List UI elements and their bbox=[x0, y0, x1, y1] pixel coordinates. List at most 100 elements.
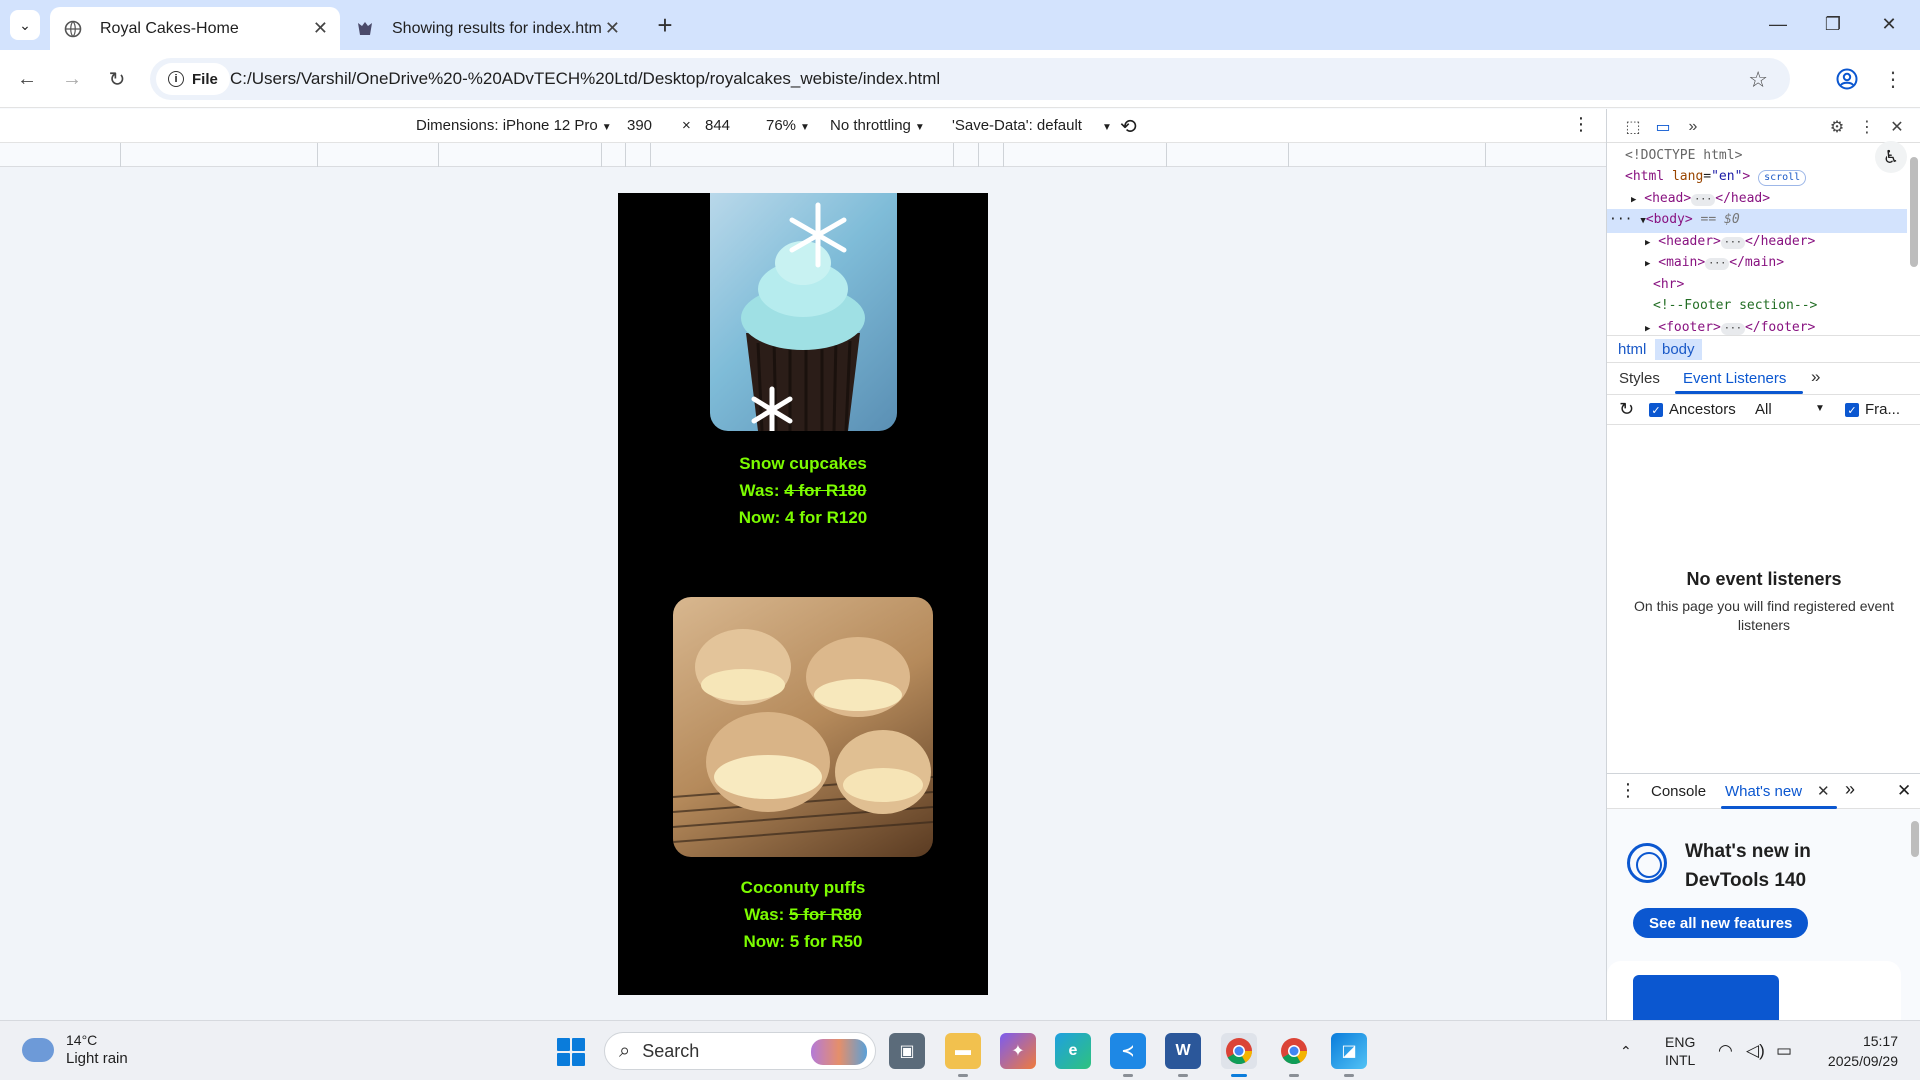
tray-chevron-icon[interactable]: ⌃ bbox=[1620, 1021, 1632, 1080]
collapsed-dots[interactable]: ··· bbox=[1691, 194, 1716, 206]
forward-button[interactable]: → bbox=[57, 64, 87, 94]
close-devtools-icon[interactable]: ✕ bbox=[1885, 115, 1909, 139]
weather-widget[interactable]: 14°C Light rain bbox=[22, 1031, 128, 1069]
tab-console[interactable]: Console bbox=[1651, 783, 1706, 800]
now-price: Now: 5 for R50 bbox=[618, 928, 988, 955]
back-button[interactable]: ← bbox=[12, 64, 42, 94]
breadcrumb-body[interactable]: body bbox=[1655, 339, 1702, 360]
clock[interactable]: 15:17 2025/09/29 bbox=[1828, 1031, 1898, 1071]
breadcrumb-html[interactable]: html bbox=[1611, 339, 1653, 360]
device-select[interactable]: Dimensions: iPhone 12 Pro ▼ bbox=[416, 117, 612, 134]
device-toggle-icon[interactable]: ▭ bbox=[1651, 115, 1675, 139]
caret-down-icon[interactable]: ▼ bbox=[1815, 403, 1825, 414]
start-button[interactable] bbox=[557, 1038, 585, 1066]
mobile-page[interactable]: Snow cupcakes Was: 4 for R180 Now: 4 for… bbox=[618, 193, 988, 995]
dom-comment[interactable]: <!--Footer section--> bbox=[1607, 295, 1907, 317]
url-text[interactable]: C:/Users/Varshil/OneDrive%20-%20ADvTECH%… bbox=[230, 69, 940, 89]
zoom-select[interactable]: 76% ▼ bbox=[766, 117, 810, 134]
tab-event-listeners[interactable]: Event Listeners bbox=[1683, 370, 1786, 387]
close-tab-icon[interactable]: ✕ bbox=[313, 18, 328, 39]
dom-head[interactable]: ▶ <head> ··· </head> bbox=[1607, 188, 1907, 212]
see-all-features-button[interactable]: See all new features bbox=[1633, 908, 1809, 938]
dom-scrollbar[interactable] bbox=[1910, 157, 1918, 267]
browser-toolbar: ← → ↻ i File C:/Users/Varshil/OneDrive%2… bbox=[0, 50, 1920, 108]
device-options-icon[interactable]: ⋮ bbox=[1572, 114, 1590, 135]
ancestors-checkbox[interactable]: ✓ bbox=[1649, 403, 1663, 417]
reload-icon: ↻ bbox=[108, 68, 126, 91]
lang-value: "en" bbox=[1711, 169, 1743, 184]
new-tab-button[interactable]: + bbox=[650, 10, 680, 40]
language-indicator[interactable]: ENG INTL bbox=[1665, 1021, 1695, 1080]
listener-filter-select[interactable]: All bbox=[1755, 401, 1772, 418]
refresh-icon[interactable]: ↻ bbox=[1619, 399, 1634, 420]
coconuty-puffs-image bbox=[673, 597, 933, 857]
chrome-profile-icon[interactable] bbox=[1276, 1033, 1312, 1077]
photos-app-icon[interactable]: ◪ bbox=[1331, 1033, 1367, 1077]
inspect-element-icon[interactable]: ⬚ bbox=[1621, 115, 1645, 139]
expand-triangle-icon[interactable]: ▶ bbox=[1645, 259, 1650, 269]
expand-triangle-icon[interactable]: ▶ bbox=[1631, 195, 1636, 205]
devtools-menu-icon[interactable]: ⋮ bbox=[1855, 115, 1879, 139]
volume-icon[interactable]: ◁) bbox=[1746, 1021, 1765, 1080]
dom-header[interactable]: ▶ <header> ··· </header> bbox=[1607, 231, 1907, 255]
minimize-button[interactable]: — bbox=[1755, 8, 1801, 40]
close-window-button[interactable]: ✕ bbox=[1866, 8, 1912, 40]
tab-styles[interactable]: Styles bbox=[1619, 370, 1660, 387]
battery-icon[interactable]: ▭ bbox=[1776, 1021, 1792, 1080]
word-icon[interactable]: W bbox=[1165, 1033, 1201, 1077]
more-tabs-icon[interactable]: » bbox=[1845, 779, 1855, 800]
dom-hr[interactable]: <hr> bbox=[1607, 274, 1907, 296]
reload-button[interactable]: ↻ bbox=[102, 64, 132, 94]
dom-main[interactable]: ▶ <main> ··· </main> bbox=[1607, 252, 1907, 276]
close-drawer-icon[interactable]: ✕ bbox=[1897, 781, 1911, 801]
dom-body-selected[interactable]: ··· ▼<body> == $0 bbox=[1607, 209, 1907, 233]
file-explorer-icon[interactable]: ▬ bbox=[945, 1033, 981, 1077]
bookmark-star-icon[interactable]: ☆ bbox=[1748, 67, 1768, 93]
tab-whats-new[interactable]: What's new bbox=[1725, 783, 1802, 800]
tab-search-button[interactable]: ⌄ bbox=[10, 10, 40, 40]
chrome-icon[interactable] bbox=[1221, 1033, 1257, 1077]
save-data-select[interactable]: 'Save-Data': default ▼ bbox=[952, 117, 1112, 134]
width-input[interactable]: 390 bbox=[627, 117, 652, 134]
settings-gear-icon[interactable]: ⚙ bbox=[1825, 115, 1849, 139]
profile-button[interactable] bbox=[1832, 64, 1862, 94]
copilot-icon[interactable]: ✦ bbox=[1000, 1033, 1036, 1069]
throttling-select[interactable]: No throttling ▼ bbox=[830, 117, 925, 134]
dom-doctype[interactable]: <!DOCTYPE html> bbox=[1607, 145, 1907, 167]
vscode-icon[interactable]: ≺ bbox=[1110, 1033, 1146, 1077]
wifi-icon[interactable]: ◠ bbox=[1718, 1021, 1733, 1080]
dom-html[interactable]: <html lang="en"> scroll bbox=[1607, 166, 1907, 188]
whats-new-title-line2: DevTools 140 bbox=[1685, 870, 1807, 891]
address-bar[interactable]: i File C:/Users/Varshil/OneDrive%20-%20A… bbox=[150, 58, 1790, 100]
edge-browser-icon[interactable]: e bbox=[1055, 1033, 1091, 1069]
scroll-badge[interactable]: scroll bbox=[1758, 170, 1807, 186]
tab-search-results[interactable]: Showing results for index.html ✕ bbox=[342, 7, 632, 50]
taskbar-search[interactable]: ⌕ Search bbox=[604, 1032, 876, 1070]
collapsed-dots[interactable]: ··· bbox=[1705, 258, 1730, 270]
rotate-device-icon[interactable]: ⟲ bbox=[1120, 114, 1137, 139]
site-info-chip[interactable]: i File bbox=[156, 63, 230, 95]
task-view-icon[interactable]: ▣ bbox=[889, 1033, 925, 1069]
more-panels-icon[interactable]: » bbox=[1681, 115, 1705, 139]
windows-logo-icon bbox=[557, 1038, 570, 1051]
body-tag: body bbox=[1653, 212, 1685, 227]
more-tabs-icon[interactable]: » bbox=[1811, 367, 1820, 387]
weather-temp: 14°C bbox=[66, 1032, 98, 1048]
search-label: Search bbox=[642, 1040, 700, 1061]
height-input[interactable]: 844 bbox=[705, 117, 730, 134]
close-tab-icon[interactable]: ✕ bbox=[1817, 782, 1830, 800]
drawer-menu-icon[interactable]: ⋮ bbox=[1619, 780, 1637, 801]
expand-triangle-icon[interactable]: ▶ bbox=[1645, 238, 1650, 248]
tab-royal-cakes[interactable]: Royal Cakes-Home ✕ bbox=[50, 7, 340, 50]
expand-triangle-icon[interactable]: ▶ bbox=[1645, 324, 1650, 334]
collapsed-dots[interactable]: ··· bbox=[1720, 323, 1745, 335]
framework-checkbox[interactable]: ✓ bbox=[1845, 403, 1859, 417]
browser-menu-button[interactable]: ⋮ bbox=[1878, 64, 1908, 94]
close-tab-icon[interactable]: ✕ bbox=[605, 18, 620, 39]
collapsed-dots[interactable]: ··· bbox=[1720, 237, 1745, 249]
accessibility-icon[interactable]: ♿ bbox=[1875, 141, 1907, 173]
caret-down-icon: ▼ bbox=[601, 122, 612, 133]
restore-button[interactable]: ❐ bbox=[1810, 8, 1856, 40]
arrow-left-icon: ← bbox=[17, 67, 37, 90]
drawer-scrollbar[interactable] bbox=[1911, 821, 1919, 857]
